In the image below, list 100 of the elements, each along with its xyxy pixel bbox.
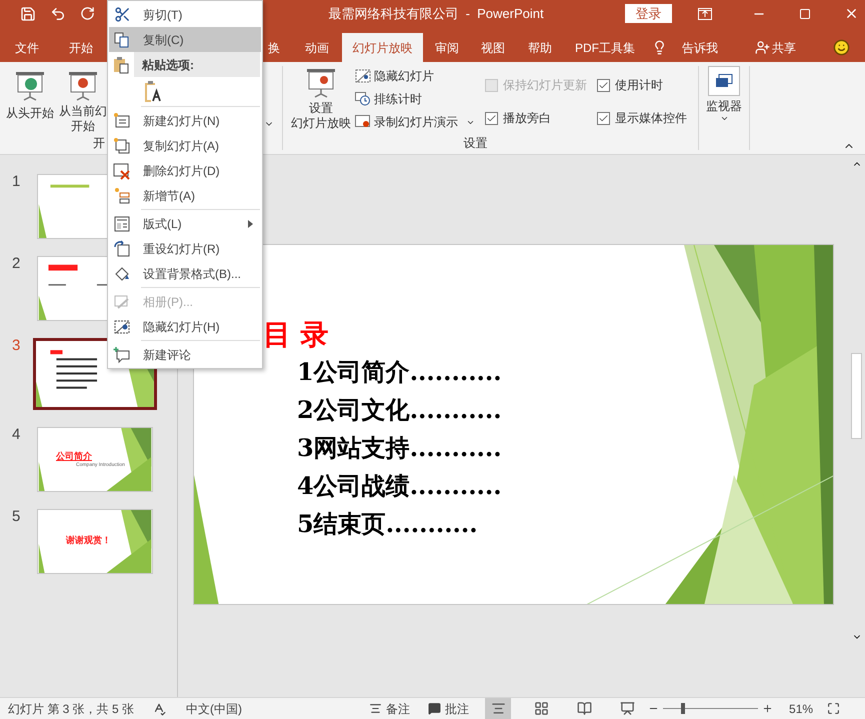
ribbon-command[interactable]: 隐藏幻灯片 xyxy=(355,68,475,84)
menu-item[interactable]: 复制幻灯片(A) xyxy=(109,133,261,158)
checkbox-label: 播放旁白 xyxy=(503,110,551,127)
spell-check-icon[interactable] xyxy=(152,702,166,716)
slide-number: 4 xyxy=(11,427,22,442)
slide-number: 3 xyxy=(11,338,22,353)
ribbon-tab[interactable]: 开始 xyxy=(62,33,100,62)
ribbon-tab[interactable]: 审阅 xyxy=(428,33,466,62)
sign-in-button[interactable]: 登录 xyxy=(625,4,672,23)
slideshow-chart-icon xyxy=(66,70,100,102)
comments-button[interactable]: 批注 xyxy=(428,700,470,718)
presentation-icon xyxy=(620,701,635,716)
monitor-icon xyxy=(715,74,733,88)
layout-icon xyxy=(113,214,131,232)
checkbox-label: 保持幻灯片更新 xyxy=(503,77,587,94)
checkbox[interactable] xyxy=(485,112,498,124)
notes-button[interactable]: 备注 xyxy=(369,700,410,718)
menu-header: 粘贴选项: xyxy=(134,52,260,77)
fit-to-window-icon[interactable] xyxy=(827,702,840,715)
person-add-icon xyxy=(755,40,770,55)
delete-slide-icon xyxy=(113,162,131,180)
copy-icon xyxy=(113,30,131,48)
menu-item[interactable]: 新建幻灯片(N) xyxy=(109,108,261,133)
book-icon xyxy=(576,701,592,716)
notes-icon xyxy=(369,702,382,715)
ribbon-command[interactable]: 排练计时 xyxy=(355,91,475,107)
ribbon-tab[interactable]: 文件 xyxy=(8,33,46,62)
slide-number: 1 xyxy=(11,174,22,189)
ribbon-tab[interactable]: 幻灯片放映 xyxy=(342,33,423,62)
duplicate-slide-icon xyxy=(113,136,131,154)
menu-item[interactable]: 删除幻灯片(D) xyxy=(109,158,261,183)
submenu-arrow-icon xyxy=(248,220,253,228)
record-icon xyxy=(355,115,371,129)
window-title: 最需网络科技有限公司 - PowerPoint xyxy=(328,4,544,23)
check-icon xyxy=(598,112,609,124)
zoom-level: 51% xyxy=(789,700,814,718)
contents-item: 2公司文化........... xyxy=(297,394,502,426)
ribbon-tab[interactable]: 换 xyxy=(263,33,285,62)
zoom-thumb[interactable] xyxy=(680,703,685,714)
undo-icon[interactable] xyxy=(50,6,66,22)
monitor-button[interactable]: 监视器 xyxy=(699,62,749,154)
grid-icon xyxy=(534,701,549,716)
slide-number: 5 xyxy=(11,509,22,524)
ribbon-tab[interactable]: PDF工具集 xyxy=(570,33,640,62)
from-beginning-button[interactable]: 从头开始 xyxy=(6,70,54,122)
check-icon xyxy=(486,112,497,124)
menu-item[interactable]: 新增节(A) xyxy=(109,183,261,208)
slide-number: 2 xyxy=(11,256,22,271)
hide-slide-icon xyxy=(113,318,131,336)
menu-item[interactable]: 复制(C) xyxy=(109,27,261,52)
smiley-icon[interactable] xyxy=(833,39,850,56)
reset-slide-icon xyxy=(113,240,131,258)
ribbon-tab[interactable]: 动画 xyxy=(298,33,336,62)
stopwatch-icon xyxy=(355,92,371,106)
new-comment-icon xyxy=(113,346,131,364)
ribbon-tab[interactable]: 视图 xyxy=(474,33,512,62)
hide-slide-icon xyxy=(355,69,371,83)
zoom-in-icon[interactable] xyxy=(762,703,774,714)
view-button[interactable] xyxy=(485,698,512,719)
paint-bucket-icon xyxy=(113,264,131,282)
slide-info: 幻灯片 第 3 张，共 5 张 xyxy=(8,700,134,718)
tell-me-button[interactable]: 告诉我 xyxy=(680,33,720,62)
maximize-icon[interactable] xyxy=(799,8,811,20)
slide-thumbnail[interactable]: 谢谢观赏！ xyxy=(37,509,153,574)
setup-slideshow-button[interactable]: 设置 幻灯片放映 xyxy=(291,67,351,134)
thumbnail-title: 公司简介 xyxy=(56,452,93,461)
checkbox-label: 使用计时 xyxy=(615,77,663,94)
ribbon-display-icon[interactable] xyxy=(698,8,712,20)
scissors-icon xyxy=(114,6,130,23)
menu-item[interactable]: 版式(L) xyxy=(109,211,261,236)
paste-text-icon xyxy=(143,80,163,102)
photo-album-icon xyxy=(113,292,131,310)
close-icon[interactable] xyxy=(844,6,859,21)
clipboard-icon xyxy=(112,56,130,74)
new-slide-icon xyxy=(113,112,131,130)
speech-bubble-icon xyxy=(428,702,442,715)
contents-item: 1公司简介........... xyxy=(297,356,502,388)
ribbon-tab[interactable]: 帮助 xyxy=(521,33,559,62)
checkbox-label: 显示媒体控件 xyxy=(615,110,687,127)
redo-icon[interactable] xyxy=(80,6,95,21)
checkbox[interactable] xyxy=(597,78,610,92)
language-label: 中文(中国) xyxy=(186,700,242,718)
setup-slideshow-icon xyxy=(304,67,338,99)
from-current-button[interactable]: 从当前幻 开始 xyxy=(59,70,107,134)
lightbulb-icon xyxy=(652,40,667,55)
save-icon[interactable] xyxy=(20,6,36,22)
new-section-icon xyxy=(113,186,131,204)
check-icon xyxy=(598,80,609,90)
ribbon-command[interactable]: 录制幻灯片演示 xyxy=(355,114,475,130)
zoom-slider[interactable] xyxy=(663,702,758,714)
caret-icon xyxy=(720,114,728,123)
thumbnail-title: 谢谢观赏！ xyxy=(66,536,111,545)
share-button[interactable]: 共享 xyxy=(755,33,796,62)
scroll-thumb[interactable] xyxy=(851,353,862,439)
slide-title: 目 录 xyxy=(263,317,330,353)
group-label: 开 xyxy=(93,135,105,152)
menu-item[interactable]: 剪切(T) xyxy=(109,2,261,27)
checkbox[interactable] xyxy=(597,112,610,124)
contents-item: 4公司战绩........... xyxy=(297,470,502,502)
contents-item: 5结束页........... xyxy=(297,508,479,540)
